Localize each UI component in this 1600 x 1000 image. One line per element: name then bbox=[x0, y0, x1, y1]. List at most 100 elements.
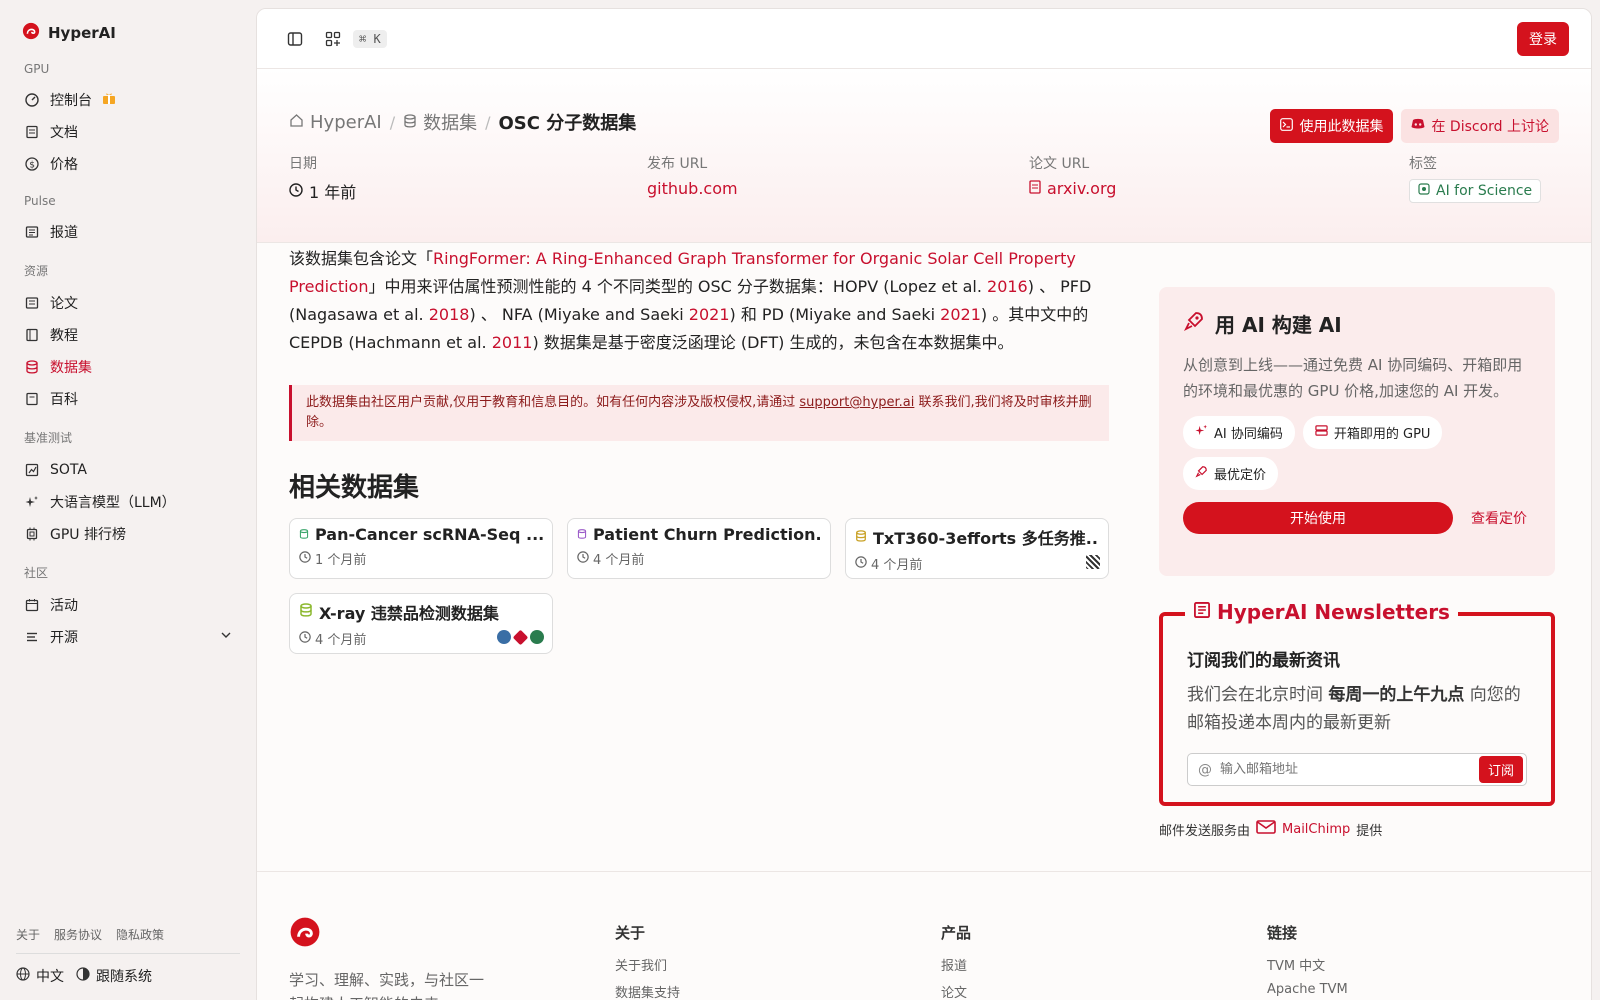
clock-icon bbox=[299, 630, 311, 647]
footer-link[interactable]: 论文 bbox=[941, 982, 971, 1000]
related-dataset-date: 4 个月前 bbox=[315, 633, 367, 648]
promo-description: 从创意到上线——通过免费 AI 协同编码、开箱即用的环境和最优惠的 GPU 价格… bbox=[1183, 356, 1523, 400]
sidebar-item-label: 教程 bbox=[50, 328, 78, 344]
mail-icon bbox=[1256, 819, 1276, 839]
link-terms[interactable]: 服务协议 bbox=[54, 926, 102, 943]
promo-title: 用 AI 构建 AI bbox=[1215, 313, 1342, 337]
email-input[interactable] bbox=[1220, 762, 1471, 777]
sidebar-item-console[interactable]: 控制台 bbox=[16, 84, 240, 116]
desc-text: 」中用来评估属性预测性能的 4 个不同类型的 OSC 分子数据集：HOPV (L… bbox=[368, 277, 988, 296]
tag-icon bbox=[1418, 183, 1430, 199]
start-button[interactable]: 开始使用 bbox=[1183, 502, 1453, 534]
desc-text: 该数据集包含论文「 bbox=[289, 249, 434, 268]
chip-label: 开箱即用的 GPU bbox=[1333, 427, 1431, 442]
related-dataset-date: 4 个月前 bbox=[593, 553, 645, 568]
sidebar-item-pricing[interactable]: $ 价格 bbox=[16, 148, 240, 180]
chevron-down-icon[interactable] bbox=[220, 629, 232, 645]
sidebar-item-gpu-leaderboard[interactable]: GPU 排行榜 bbox=[16, 518, 240, 550]
citation-link[interactable]: 2016 bbox=[987, 277, 1028, 296]
footer-link[interactable]: 报道 bbox=[941, 955, 971, 974]
citation-link[interactable]: 2011 bbox=[492, 333, 533, 352]
sparkle-icon bbox=[1195, 424, 1208, 441]
citation-link[interactable]: 2021 bbox=[940, 305, 981, 324]
sidebar-item-llm[interactable]: 大语言模型（LLM） bbox=[16, 486, 240, 518]
apps-icon[interactable] bbox=[317, 23, 349, 55]
meta-release: 发布 URL github.com bbox=[647, 153, 1029, 203]
sidebar-item-events[interactable]: 活动 bbox=[16, 589, 240, 621]
globe-icon bbox=[16, 967, 30, 985]
footer-link[interactable]: Apache TVM bbox=[1267, 982, 1348, 997]
language-switcher[interactable]: 中文 bbox=[16, 966, 64, 986]
search-shortcut[interactable]: ⌘ K bbox=[353, 29, 387, 48]
sidebar-item-datasets[interactable]: 数据集 bbox=[16, 351, 240, 383]
link-about[interactable]: 关于 bbox=[16, 926, 40, 943]
server-icon bbox=[1315, 424, 1328, 441]
sidebar-toggle-icon[interactable] bbox=[279, 23, 311, 55]
theme-switcher[interactable]: 跟随系统 bbox=[76, 966, 152, 986]
sidebar-footer: 关于 服务协议 隐私政策 中文 跟随系统 bbox=[16, 926, 240, 986]
mailchimp-link[interactable]: MailChimp bbox=[1282, 822, 1350, 837]
email-input-row: @ 订阅 bbox=[1187, 753, 1527, 786]
hyperai-logo-icon[interactable] bbox=[289, 916, 321, 952]
subscribe-button[interactable]: 订阅 bbox=[1478, 756, 1523, 783]
chip-gpu: 开箱即用的 GPU bbox=[1302, 416, 1443, 449]
sidebar-section-gpu: GPU bbox=[24, 62, 50, 76]
sidebar-item-docs[interactable]: 文档 bbox=[16, 116, 240, 148]
brand-name: HyperAI bbox=[48, 24, 116, 42]
tag-ai-for-science[interactable]: AI for Science bbox=[1409, 179, 1542, 203]
use-dataset-button[interactable]: 使用此数据集 bbox=[1270, 109, 1394, 143]
paper-url-link[interactable]: arxiv.org bbox=[1029, 179, 1116, 198]
sidebar: HyperAI GPU 控制台 文档 $ 价格 Pulse 报道 资源 论文 教… bbox=[0, 0, 256, 1000]
login-button[interactable]: 登录 bbox=[1517, 21, 1569, 56]
footer-link[interactable]: 关于我们 bbox=[615, 955, 680, 974]
contributor-avatar bbox=[497, 630, 511, 644]
view-pricing-link[interactable]: 查看定价 bbox=[1471, 508, 1527, 528]
citation-link[interactable]: 2021 bbox=[689, 305, 730, 324]
meta-date-value: 1 年前 bbox=[309, 183, 357, 202]
file-icon bbox=[1029, 179, 1041, 198]
related-dataset-card[interactable]: Pan-Cancer scRNA-Seq ... 1 个月前 bbox=[289, 518, 553, 579]
database-icon bbox=[403, 112, 417, 133]
sidebar-item-tutorials[interactable]: 教程 bbox=[16, 319, 240, 351]
sidebar-item-opensource[interactable]: 开源 bbox=[16, 621, 240, 653]
related-dataset-card[interactable]: X-ray 违禁品检测数据集 4 个月前 bbox=[289, 593, 553, 654]
meta-release-label: 发布 URL bbox=[647, 156, 708, 172]
main-panel: ⌘ K 登录 HyperAI / 数据集 / OSC 分子数据集 使用此数据集 bbox=[256, 8, 1592, 1000]
sidebar-item-news[interactable]: 报道 bbox=[16, 216, 240, 248]
citation-link[interactable]: 2018 bbox=[429, 305, 470, 324]
link-privacy[interactable]: 隐私政策 bbox=[116, 926, 164, 943]
breadcrumb-datasets-label: 数据集 bbox=[423, 113, 478, 134]
sidebar-section-community: 社区 bbox=[24, 566, 49, 580]
sidebar-item-sota[interactable]: SOTA bbox=[16, 454, 240, 486]
breadcrumb-separator: / bbox=[485, 112, 491, 132]
related-dataset-card[interactable]: TxT360-3efforts 多任务推... 4 个月前 bbox=[845, 518, 1109, 579]
dashboard-icon bbox=[24, 92, 40, 108]
discord-button[interactable]: 在 Discord 上讨论 bbox=[1401, 109, 1559, 143]
sidebar-item-wiki[interactable]: 百科 bbox=[16, 383, 240, 415]
dollar-icon: $ bbox=[24, 156, 40, 172]
meta-row: 日期 1 年前 发布 URL github.com 论文 URL arxiv.o… bbox=[289, 153, 1559, 203]
sidebar-item-label: 数据集 bbox=[50, 360, 92, 376]
sidebar-item-papers[interactable]: 论文 bbox=[16, 287, 240, 319]
breadcrumb-home[interactable]: HyperAI bbox=[289, 112, 382, 133]
brand[interactable]: HyperAI bbox=[16, 18, 240, 48]
dataset-content: 该数据集包含论文「RingFormer: A Ring-Enhanced Gra… bbox=[289, 245, 1109, 654]
footer-link[interactable]: 数据集支持 bbox=[615, 982, 680, 1000]
footer-col-products: 产品 报道 论文 bbox=[941, 922, 971, 1000]
support-email-link[interactable]: support@hyper.ai bbox=[799, 395, 914, 410]
meta-date-value-wrap: 1 年前 bbox=[289, 179, 356, 203]
footer-col-title: 产品 bbox=[941, 924, 972, 942]
breadcrumb-datasets[interactable]: 数据集 bbox=[403, 109, 477, 135]
related-dataset-card[interactable]: Patient Churn Prediction... 4 个月前 bbox=[567, 518, 831, 579]
related-datasets-grid: Pan-Cancer scRNA-Seq ... 1 个月前 Patient C… bbox=[289, 518, 1109, 654]
sidebar-item-label: SOTA bbox=[50, 462, 87, 478]
release-url-link[interactable]: github.com bbox=[647, 179, 738, 198]
desc-text: ) 、 NFA (Miyake and Saeki bbox=[469, 305, 689, 324]
promo-card: 用 AI 构建 AI 从创意到上线——通过免费 AI 协同编码、开箱即用的环境和… bbox=[1159, 287, 1555, 576]
paper-icon bbox=[24, 295, 40, 311]
sidebar-item-label: 文档 bbox=[50, 125, 78, 141]
related-dataset-date: 4 个月前 bbox=[871, 558, 923, 573]
footer-link[interactable]: TVM 中文 bbox=[1267, 955, 1348, 974]
page-footer: 学习、理解、实践，与社区一起构建人工智能的未来 关于 关于我们 数据集支持 产品… bbox=[257, 871, 1591, 1000]
meta-date-label: 日期 bbox=[289, 156, 317, 172]
